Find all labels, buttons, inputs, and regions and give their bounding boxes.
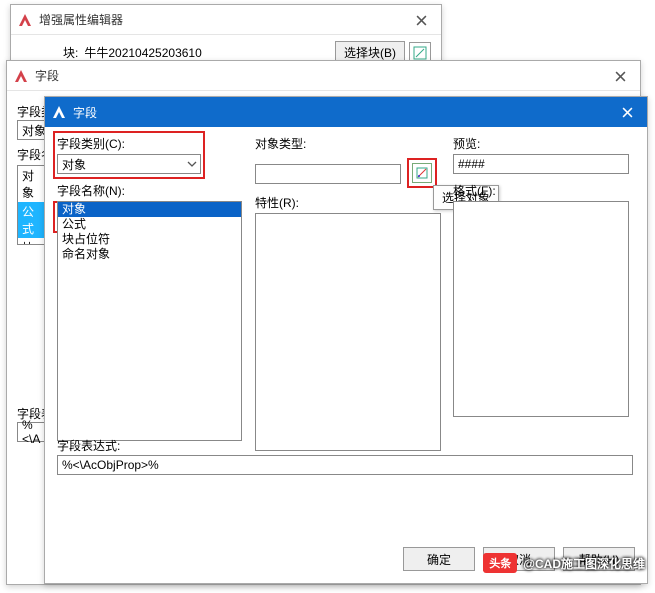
object-type-field: [255, 164, 401, 184]
preview-value: ####: [458, 157, 485, 171]
field-expr-box: %<\AcObjProp>%: [57, 455, 633, 475]
expr-value: %<\AcObjProp>%: [62, 458, 159, 472]
property-list[interactable]: [255, 213, 441, 451]
list-item-formula[interactable]: 公式: [58, 217, 241, 232]
field-dialog-front: 字段 字段类别(C): 对象 字段名称(N): 对象 公式 块占位符 命名对象: [44, 96, 648, 584]
window-title: 增强属性编辑器: [39, 11, 123, 28]
close-button[interactable]: [401, 5, 441, 35]
block-value: 牛牛20210425203610: [84, 44, 201, 61]
titlebar[interactable]: 字段: [7, 61, 640, 91]
window-title: 字段: [73, 104, 97, 121]
titlebar[interactable]: 增强属性编辑器: [11, 5, 441, 35]
preview-field: ####: [453, 154, 629, 174]
field-name-label: 字段名称(N):: [57, 182, 245, 199]
field-expr-box: %<\A: [17, 422, 47, 442]
expr-value: %<\A: [22, 418, 46, 446]
preview-label: 预览:: [453, 135, 631, 152]
list-item-block-placeholder[interactable]: 块占位符: [58, 232, 241, 247]
field-name-list[interactable]: 对象 公式 块占位符 命名对象: [57, 201, 242, 441]
list-item[interactable]: 对象: [18, 166, 46, 202]
property-label: 特性(R):: [255, 194, 443, 211]
ok-button[interactable]: 确定: [403, 547, 475, 571]
list-item-object[interactable]: 对象: [58, 202, 241, 217]
format-list[interactable]: [453, 201, 629, 417]
app-icon: [17, 12, 33, 28]
cancel-button[interactable]: 取消: [483, 547, 555, 571]
format-label: 格式(F):: [453, 182, 631, 199]
block-label: 块:: [63, 44, 78, 61]
app-icon: [51, 104, 67, 120]
close-button[interactable]: [607, 97, 647, 127]
titlebar[interactable]: 字段: [45, 97, 647, 127]
field-name-list[interactable]: 对象 公式 块占 命名: [17, 165, 47, 245]
close-button[interactable]: [600, 61, 640, 91]
list-item-named-object[interactable]: 命名对象: [58, 247, 241, 262]
combo-value: 对象: [62, 156, 86, 173]
field-category-combo[interactable]: 对象: [57, 154, 201, 174]
list-item[interactable]: 公式: [18, 202, 46, 238]
select-object-icon: [412, 163, 432, 183]
list-item[interactable]: 块占: [18, 238, 46, 245]
field-expr-label: 字段表达式:: [57, 437, 120, 454]
app-icon: [13, 68, 29, 84]
help-button[interactable]: 帮助(H): [563, 547, 635, 571]
object-type-label: 对象类型:: [255, 135, 443, 152]
field-category-label: 字段类别(C):: [57, 135, 245, 152]
chevron-down-icon: [187, 158, 197, 172]
combo-value: 对象: [22, 122, 46, 139]
window-title: 字段: [35, 67, 59, 84]
select-object-button[interactable]: [407, 158, 437, 188]
